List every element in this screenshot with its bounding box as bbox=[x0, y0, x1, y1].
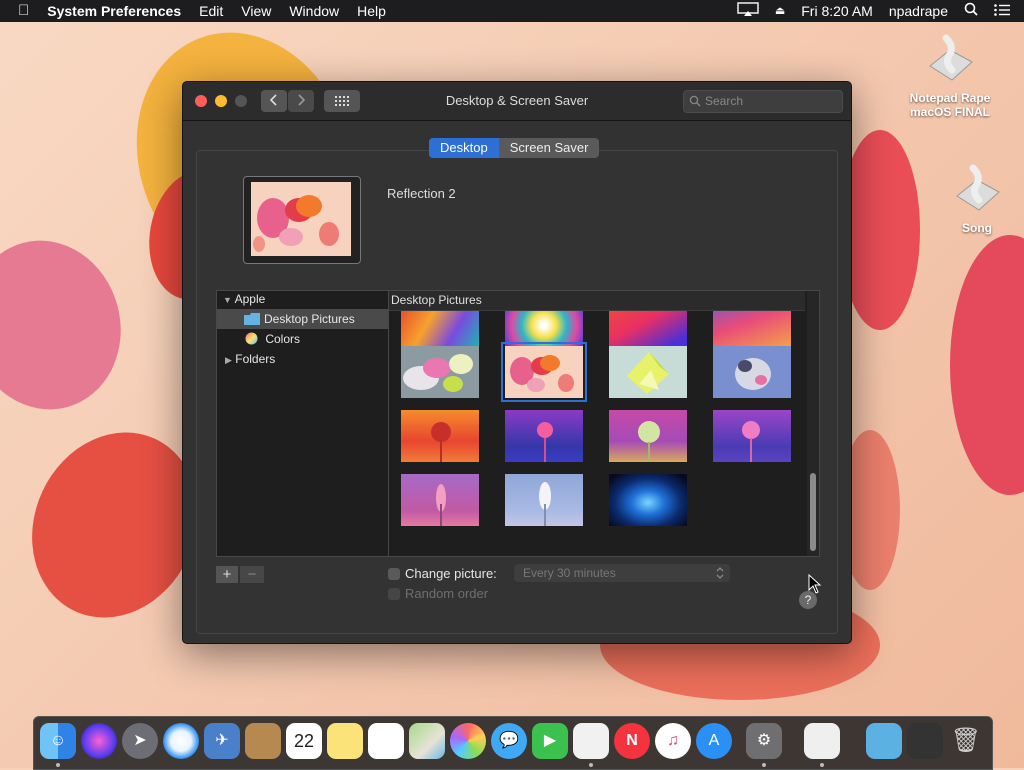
menu-user[interactable]: npadrape bbox=[881, 0, 956, 22]
menu-view[interactable]: View bbox=[232, 0, 280, 22]
document-script-icon bbox=[956, 164, 1000, 211]
change-picture-checkbox[interactable] bbox=[388, 568, 400, 580]
running-indicator bbox=[820, 763, 824, 767]
folder-icon bbox=[244, 313, 260, 325]
finder-icon[interactable]: ☺ bbox=[40, 723, 76, 759]
search-placeholder: Search bbox=[705, 94, 744, 108]
launchpad-icon[interactable]: ➤ bbox=[122, 723, 158, 759]
wallpaper-thumbnail[interactable] bbox=[401, 474, 479, 526]
messages-icon[interactable]: 💬 bbox=[491, 723, 527, 759]
sidebar-item-desktop-pictures[interactable]: Desktop Pictures bbox=[217, 309, 388, 329]
change-interval-popup[interactable]: Every 30 minutes bbox=[514, 564, 730, 582]
sidebar-item-label: Apple bbox=[234, 292, 266, 306]
mouse-cursor-icon bbox=[808, 574, 822, 594]
reminders-icon[interactable] bbox=[368, 723, 404, 759]
random-order-checkbox[interactable] bbox=[388, 588, 400, 600]
system-preferences-icon[interactable]: ⚙ bbox=[746, 723, 782, 759]
screenshot-stack-icon[interactable] bbox=[907, 723, 943, 759]
search-field[interactable]: Search bbox=[683, 90, 843, 113]
desktop-icon-label: Notepad Rape macOS FINAL bbox=[909, 91, 991, 119]
running-indicator bbox=[56, 763, 60, 767]
wallpaper-thumbnail[interactable] bbox=[401, 410, 479, 462]
tab-segmented-control: Desktop Screen Saver bbox=[429, 138, 600, 158]
add-folder-button[interactable]: + bbox=[216, 566, 238, 583]
up-down-chevron-icon bbox=[716, 567, 724, 579]
wallpaper-thumbnail[interactable] bbox=[609, 474, 687, 526]
apple-icon[interactable]:  bbox=[0, 0, 38, 22]
disclosure-triangle-down-icon[interactable]: ▼ bbox=[223, 295, 232, 305]
maps-icon[interactable] bbox=[409, 723, 445, 759]
sidebar-item-label: Desktop Pictures bbox=[264, 312, 355, 326]
random-order-label: Random order bbox=[405, 586, 489, 601]
desktop-pictures-grid: Desktop Pictures bbox=[388, 290, 820, 557]
search-icon bbox=[689, 95, 701, 107]
change-picture-label: Change picture: bbox=[405, 566, 497, 581]
wallpaper-thumbnail[interactable] bbox=[401, 346, 479, 398]
sidebar-item-folders[interactable]: ▶ Folders bbox=[225, 349, 275, 369]
color-wheel-icon bbox=[245, 332, 258, 345]
siri-icon[interactable] bbox=[81, 723, 117, 759]
notification-center-icon[interactable] bbox=[986, 0, 1024, 22]
remove-folder-button[interactable]: − bbox=[240, 566, 264, 583]
wallpaper-thumbnail[interactable] bbox=[609, 410, 687, 462]
contacts-icon[interactable] bbox=[245, 723, 281, 759]
tab-desktop[interactable]: Desktop bbox=[429, 138, 499, 158]
current-wallpaper-preview bbox=[243, 176, 361, 264]
menu-edit[interactable]: Edit bbox=[190, 0, 232, 22]
sidebar-item-colors[interactable]: Colors bbox=[245, 329, 300, 349]
airplay-display-icon[interactable] bbox=[729, 0, 767, 22]
facetime-icon[interactable]: ▶ bbox=[532, 723, 568, 759]
wallpaper-thumbnail[interactable] bbox=[713, 410, 791, 462]
desktop-icon-label: Song bbox=[962, 221, 992, 235]
grid-scrollbar[interactable] bbox=[807, 291, 819, 556]
calendar-icon[interactable]: 22 bbox=[286, 723, 322, 759]
menu-help[interactable]: Help bbox=[348, 0, 395, 22]
menu-window[interactable]: Window bbox=[280, 0, 348, 22]
app-store-icon[interactable]: A bbox=[696, 723, 732, 759]
window-titlebar[interactable]: Desktop & Screen Saver Search bbox=[183, 82, 851, 121]
news-icon[interactable]: N bbox=[614, 723, 650, 759]
trash-icon[interactable]: 🗑 bbox=[948, 723, 984, 759]
sidebar-item-label: Colors bbox=[265, 332, 301, 346]
wallpaper-shape bbox=[840, 130, 920, 330]
itunes-icon[interactable]: ♫ bbox=[655, 723, 691, 759]
notes-icon[interactable] bbox=[327, 723, 363, 759]
wallpaper-thumbnail[interactable] bbox=[505, 410, 583, 462]
wallpaper-thumbnail[interactable] bbox=[713, 346, 791, 398]
disclosure-triangle-right-icon[interactable]: ▶ bbox=[225, 355, 232, 365]
textedit-document-icon[interactable] bbox=[804, 723, 840, 759]
photos-icon[interactable] bbox=[450, 723, 486, 759]
eject-icon[interactable]: ⏏ bbox=[767, 0, 793, 22]
dock: ☺ ➤ ✈ 22 💬 ▶ N ♫ A ⚙ 🗑 bbox=[33, 716, 993, 770]
menu-bar:  System Preferences Edit View Window He… bbox=[0, 0, 1024, 22]
document-script-icon bbox=[929, 34, 973, 81]
tab-screen-saver[interactable]: Screen Saver bbox=[499, 138, 600, 158]
sidebar-item-label: Folders bbox=[235, 352, 276, 366]
wallpaper-thumbnail[interactable] bbox=[505, 474, 583, 526]
spotlight-search-icon[interactable] bbox=[956, 0, 986, 22]
wallpaper-shape bbox=[950, 235, 1024, 495]
scrollbar-thumb[interactable] bbox=[810, 473, 816, 551]
desktop-icon-notepad[interactable]: Notepad Rape macOS FINAL bbox=[902, 28, 998, 119]
wallpaper-thumbnail[interactable] bbox=[609, 346, 687, 398]
source-list: ▼ Apple Desktop Pictures Colors ▶ Folder… bbox=[216, 290, 389, 557]
selected-picture-name: Reflection 2 bbox=[387, 186, 456, 201]
menu-app-name[interactable]: System Preferences bbox=[38, 0, 190, 22]
grid-header: Desktop Pictures bbox=[389, 291, 805, 311]
downloads-folder-icon[interactable] bbox=[866, 723, 902, 759]
wallpaper-thumbnail-selected[interactable] bbox=[501, 342, 587, 402]
menu-clock[interactable]: Fri 8:20 AM bbox=[793, 0, 881, 22]
sidebar-item-apple[interactable]: ▼ Apple bbox=[223, 289, 265, 309]
wallpaper-shape bbox=[0, 223, 140, 427]
desktop-icon-song[interactable]: Song bbox=[940, 158, 1014, 235]
running-indicator bbox=[762, 763, 766, 767]
mail-icon[interactable]: ✈ bbox=[204, 723, 240, 759]
safari-icon[interactable] bbox=[163, 723, 199, 759]
preferences-window: Desktop & Screen Saver Search Desktop Sc… bbox=[182, 81, 852, 644]
running-indicator bbox=[589, 763, 593, 767]
change-interval-value: Every 30 minutes bbox=[523, 566, 616, 580]
textedit-icon[interactable] bbox=[573, 723, 609, 759]
